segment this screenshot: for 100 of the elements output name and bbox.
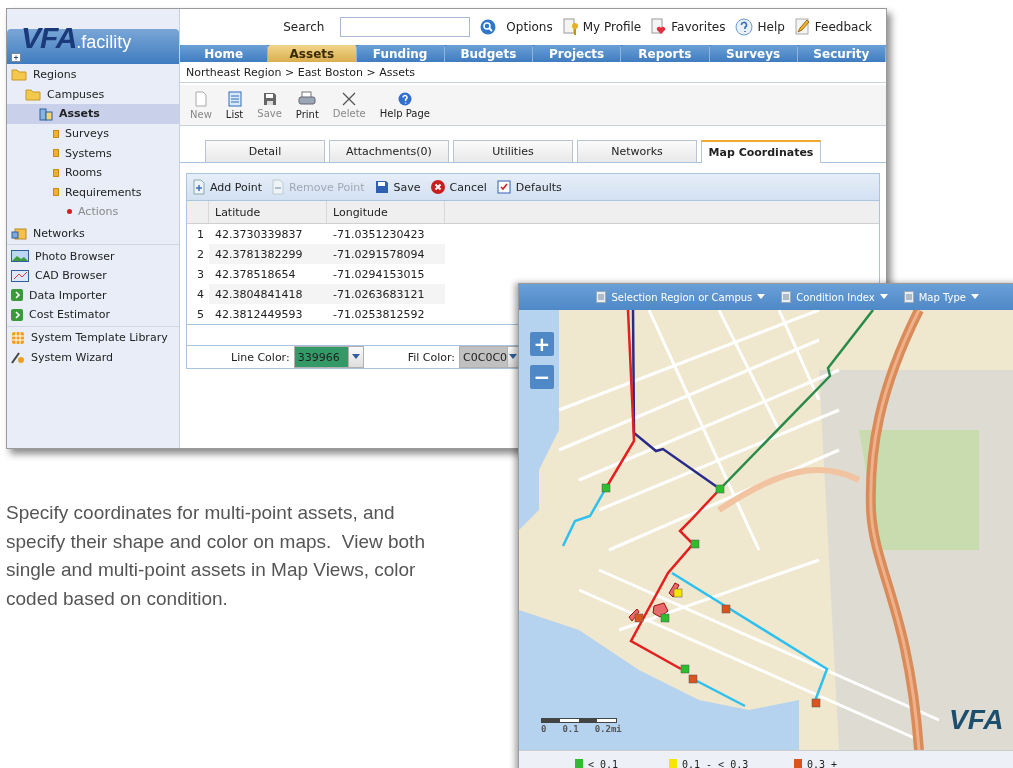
legend-label: < 0.1 bbox=[588, 758, 619, 768]
bullet-icon bbox=[53, 168, 59, 177]
table-cell-text: -71.0294153015 bbox=[332, 266, 426, 283]
caret-icon bbox=[971, 294, 979, 300]
table-cell: 42.3781382299 bbox=[209, 244, 327, 264]
help-icon bbox=[735, 18, 754, 36]
caption: Specify coordinates for multi-point assets, and specify their shape and color on maps. View both single and multi-point assets in Map Views, color coded based on condition. bbox=[6, 501, 426, 611]
sidebar-item[interactable]: Rooms bbox=[7, 162, 179, 183]
row-number: 2 bbox=[196, 246, 205, 263]
table-cell: -71.0291578094 bbox=[327, 244, 445, 264]
scale-label: 0.2mi bbox=[594, 724, 622, 734]
action-button[interactable]: Add Point bbox=[193, 179, 263, 195]
bullet-icon bbox=[53, 149, 59, 158]
nav-tab[interactable]: Budgets bbox=[444, 45, 533, 62]
grid-blocks-icon bbox=[11, 330, 25, 345]
list-icon bbox=[227, 90, 242, 107]
folder-icon bbox=[11, 68, 27, 82]
nav-tab[interactable]: Reports bbox=[621, 45, 710, 62]
action-button[interactable]: Cancel bbox=[430, 180, 487, 194]
color-label: Line Color: bbox=[231, 350, 290, 364]
caret-icon bbox=[509, 354, 518, 360]
sidebar-item[interactable]: Assets bbox=[7, 104, 179, 124]
nav-tab[interactable]: Surveys bbox=[709, 45, 798, 62]
dot-icon bbox=[67, 209, 72, 215]
add-page-icon bbox=[193, 179, 205, 195]
checklist-icon bbox=[496, 180, 511, 194]
remove-page-icon bbox=[272, 179, 285, 195]
row-number: 4 bbox=[196, 286, 205, 303]
zoom-button[interactable]: + bbox=[530, 332, 554, 356]
caret-icon bbox=[757, 294, 766, 300]
scale-label: 0.1 bbox=[562, 724, 579, 734]
breadcrumb: Northeast Region > East Boston > Assets bbox=[186, 65, 415, 79]
table-cell-text: 42.3812449593 bbox=[214, 306, 304, 323]
header-link[interactable]: Favorites bbox=[651, 18, 726, 36]
table-cell-text: -71.0351230423 bbox=[332, 226, 426, 243]
arrow-box-icon bbox=[11, 308, 23, 321]
color-dropdown[interactable]: C0C0C0 bbox=[459, 346, 520, 368]
toolbar-button[interactable]: List bbox=[221, 90, 248, 120]
pencil-icon bbox=[794, 18, 811, 36]
sidebar-item[interactable]: Data Importer bbox=[7, 285, 179, 306]
color-label: Fil Color: bbox=[407, 350, 456, 364]
action-button[interactable]: Defaults bbox=[496, 180, 562, 194]
logo-suffix: .facility bbox=[76, 32, 132, 53]
drawing-board-icon bbox=[11, 269, 29, 282]
help-icon bbox=[397, 91, 412, 106]
search-field[interactable] bbox=[340, 17, 471, 37]
search-label: Search bbox=[283, 20, 325, 34]
sidebar-item[interactable]: CAD Browser bbox=[7, 265, 179, 286]
sidebar-item[interactable]: Requirements bbox=[7, 182, 179, 203]
sidebar-item[interactable]: Regions bbox=[7, 65, 179, 85]
header-link[interactable]: Feedback bbox=[794, 18, 872, 36]
sidebar-item[interactable]: System Wizard bbox=[7, 347, 179, 367]
caret-icon bbox=[351, 354, 360, 360]
bullet-icon bbox=[53, 129, 59, 138]
tab[interactable]: Map Coordinates bbox=[701, 140, 821, 163]
bullet-icon bbox=[53, 188, 59, 197]
sidebar-item[interactable]: Campuses bbox=[7, 84, 179, 105]
table-cell: 42.3804841418 bbox=[209, 284, 327, 304]
sidebar-item[interactable]: System Template Library bbox=[7, 327, 179, 348]
close-icon bbox=[342, 91, 357, 106]
sidebar-item[interactable]: Photo Browser bbox=[7, 246, 179, 266]
scale-label: 0 bbox=[541, 724, 547, 734]
nav-tab[interactable]: Security bbox=[797, 45, 886, 62]
logo-text: VFA bbox=[21, 21, 77, 55]
expand-icon bbox=[11, 53, 21, 62]
network-icon bbox=[11, 226, 27, 241]
column-header: Latitude bbox=[209, 201, 327, 223]
heart-document-icon bbox=[651, 18, 668, 36]
header-link[interactable]: Help bbox=[735, 18, 785, 36]
nav-tab[interactable]: Funding bbox=[356, 45, 445, 62]
nav-tab[interactable]: Assets bbox=[268, 45, 357, 62]
search-icon bbox=[480, 19, 497, 35]
folder-icon bbox=[25, 87, 41, 101]
sidebar-item[interactable]: Cost Estimator bbox=[7, 305, 179, 325]
zoom-button[interactable]: − bbox=[530, 365, 554, 389]
header-link[interactable]: My Profile bbox=[562, 18, 642, 36]
printer-icon bbox=[298, 90, 317, 107]
sidebar-item[interactable]: Networks bbox=[7, 223, 179, 244]
table-cell-text: 42.3730339837 bbox=[214, 226, 304, 243]
color-dropdown[interactable]: 339966 bbox=[293, 346, 364, 368]
blank-page-icon bbox=[194, 90, 207, 107]
tab[interactable]: Utilities bbox=[453, 140, 573, 162]
toolbar-button[interactable]: Help Page bbox=[375, 91, 434, 119]
row-number: 3 bbox=[196, 266, 205, 283]
action-button[interactable]: Save bbox=[374, 180, 421, 194]
tab[interactable]: Detail bbox=[205, 140, 325, 162]
row-number: 1 bbox=[196, 226, 205, 243]
tab[interactable]: Networks bbox=[577, 140, 697, 162]
nav-tab[interactable]: Home bbox=[180, 45, 269, 62]
toolbar-button[interactable]: Print bbox=[291, 90, 323, 120]
tab[interactable]: Attachments(0) bbox=[329, 140, 449, 162]
legend-label: 0.1 - < 0.3 bbox=[682, 758, 749, 768]
sidebar-item[interactable]: Surveys bbox=[7, 123, 179, 144]
header-link[interactable]: Options bbox=[506, 20, 553, 34]
list-icon bbox=[903, 291, 914, 303]
logo-text: VFA bbox=[949, 704, 1004, 736]
table-cell-text: -71.0253812592 bbox=[332, 306, 426, 323]
key-document-icon bbox=[562, 18, 579, 36]
sidebar-item[interactable]: Systems bbox=[7, 143, 179, 163]
cancel-icon bbox=[430, 180, 445, 194]
